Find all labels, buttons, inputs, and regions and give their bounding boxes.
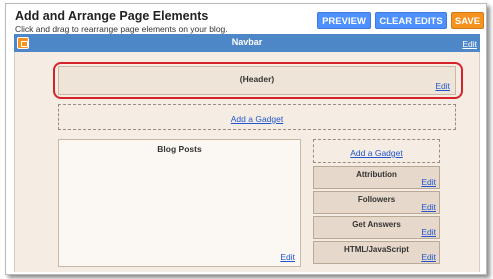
save-button[interactable]: SAVE <box>451 12 484 29</box>
add-gadget-area-top: Add a Gadget <box>58 104 456 130</box>
preview-button[interactable]: PREVIEW <box>317 12 371 29</box>
gadget-edit-link[interactable]: Edit <box>421 252 436 262</box>
gadget-edit-link[interactable]: Edit <box>421 177 436 187</box>
gadget-label: Attribution <box>356 170 397 179</box>
blog-posts-gadget[interactable]: Blog Posts Edit <box>58 139 301 267</box>
navbar-gadget[interactable]: Navbar Edit <box>14 34 480 52</box>
clear-edits-button[interactable]: CLEAR EDITS <box>375 12 447 29</box>
add-gadget-area-sidebar: Add a Gadget <box>313 139 440 163</box>
gadget-label: Get Answers <box>352 220 401 229</box>
blog-posts-label: Blog Posts <box>157 144 202 154</box>
gadget-edit-link[interactable]: Edit <box>421 227 436 237</box>
add-gadget-link-top[interactable]: Add a Gadget <box>231 114 283 124</box>
gadget-label: HTML/JavaScript <box>344 245 409 254</box>
gadget-label: Followers <box>357 195 396 204</box>
gadget-get-answers[interactable]: Get Answers Edit <box>313 216 440 239</box>
gadget-followers[interactable]: Followers Edit <box>313 191 440 214</box>
page-subtitle: Click and drag to rearrange page element… <box>15 24 228 34</box>
header-highlight-outline <box>53 62 463 99</box>
add-gadget-link-sidebar[interactable]: Add a Gadget <box>350 148 402 158</box>
gadget-edit-link[interactable]: Edit <box>421 202 436 212</box>
navbar-edit-link[interactable]: Edit <box>462 39 477 49</box>
gadget-html-javascript[interactable]: HTML/JavaScript Edit <box>313 241 440 264</box>
gadget-attribution[interactable]: Attribution Edit <box>313 166 440 189</box>
navbar-label: Navbar <box>231 37 263 47</box>
blog-posts-edit-link[interactable]: Edit <box>280 252 295 262</box>
page-title: Add and Arrange Page Elements <box>15 9 209 23</box>
